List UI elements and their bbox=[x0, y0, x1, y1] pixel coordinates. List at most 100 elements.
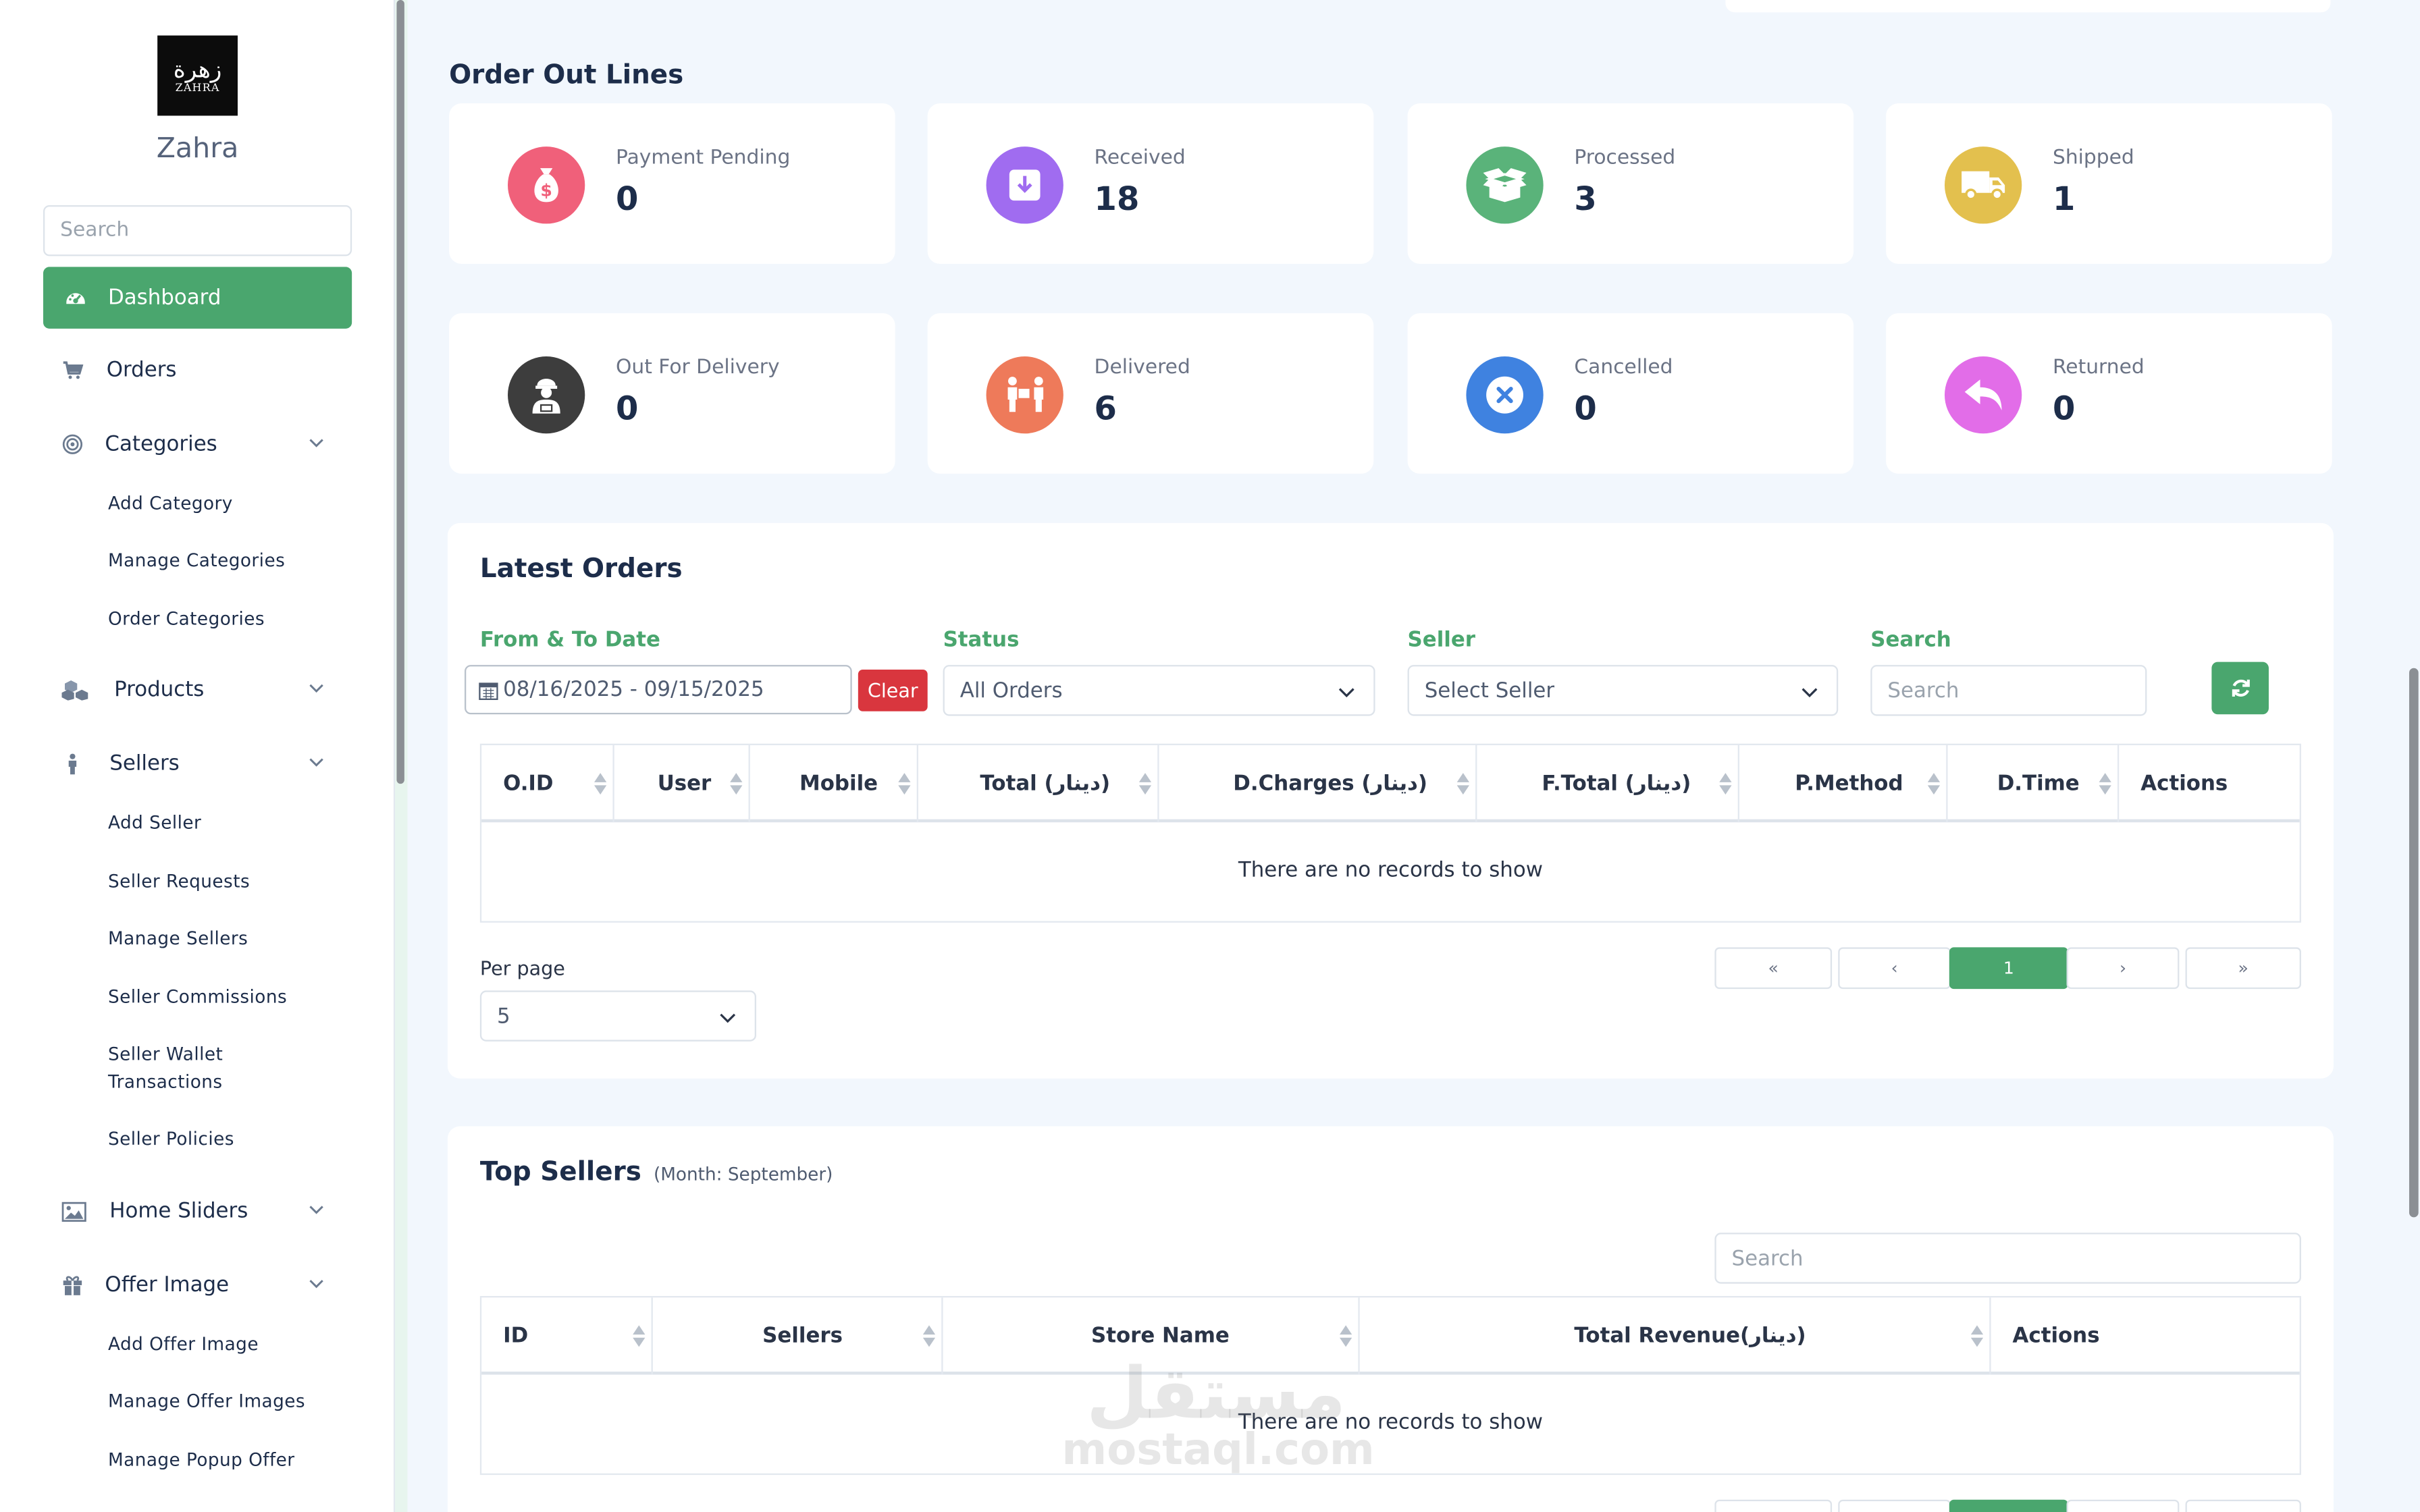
column-header-label: Actions bbox=[2140, 771, 2228, 796]
column-header-total[interactable]: Total (دينار) bbox=[918, 745, 1159, 823]
sellers-search-input[interactable]: Search bbox=[1714, 1233, 2301, 1284]
column-header-label: User bbox=[657, 771, 712, 796]
stat-value: 18 bbox=[1094, 180, 1140, 218]
stat-card-processed[interactable]: Processed 3 bbox=[1407, 103, 1854, 264]
stat-label: Returned bbox=[2052, 356, 2145, 380]
courier-icon bbox=[507, 356, 585, 434]
column-header-mobile[interactable]: Mobile bbox=[750, 745, 918, 823]
seller-select-value: Select Seller bbox=[1424, 678, 1555, 703]
sort-icon bbox=[1138, 773, 1152, 795]
date-range-field[interactable]: 08/16/2025 - 09/15/2025 bbox=[464, 665, 852, 715]
cart-icon bbox=[61, 360, 84, 381]
stat-card-shipped[interactable]: Shipped 1 bbox=[1886, 103, 2332, 264]
column-header-final-total[interactable]: F.Total (دينار) bbox=[1477, 745, 1739, 823]
sellers-pager-first-button[interactable] bbox=[1714, 1499, 1833, 1512]
sidebar-subitem-manage-sellers[interactable]: Manage Sellers bbox=[108, 924, 324, 952]
column-header-delivery-charges[interactable]: D.Charges (دينار) bbox=[1159, 745, 1477, 823]
sidebar-item-products[interactable]: Products bbox=[61, 671, 333, 708]
refresh-icon bbox=[2231, 679, 2249, 697]
money-bag-icon: $ bbox=[507, 146, 585, 224]
sellers-pager-last-button[interactable] bbox=[2185, 1499, 2301, 1512]
column-header-id[interactable]: ID bbox=[481, 1297, 653, 1375]
stat-value: 6 bbox=[1094, 390, 1117, 428]
sidebar-search-input[interactable] bbox=[43, 205, 352, 256]
column-header-label: Total (دينار) bbox=[980, 771, 1111, 796]
stat-card-cancelled[interactable]: Cancelled 0 bbox=[1407, 313, 1854, 474]
sidebar-subitem-manage-offer-images[interactable]: Manage Offer Images bbox=[108, 1387, 324, 1415]
sidebar-subitem-manage-categories[interactable]: Manage Categories bbox=[108, 546, 324, 574]
sidebar-item-dashboard[interactable]: Dashboard bbox=[43, 267, 352, 329]
stat-label: Processed bbox=[1574, 146, 1676, 170]
status-select[interactable]: All Orders bbox=[943, 665, 1375, 716]
sidebar-subitem-order-categories[interactable]: Order Categories bbox=[108, 605, 324, 632]
seller-select[interactable]: Select Seller bbox=[1407, 665, 1839, 716]
sellers-pager-prev-button[interactable] bbox=[1838, 1499, 1951, 1512]
column-header-payment-method[interactable]: P.Method bbox=[1739, 745, 1948, 823]
column-header-user[interactable]: User bbox=[614, 745, 750, 823]
pager-next-button[interactable]: › bbox=[2066, 947, 2180, 990]
sidebar-subitem-seller-wallet-transactions[interactable]: Seller Wallet Transactions bbox=[108, 1040, 263, 1096]
column-header-oid[interactable]: O.ID bbox=[481, 745, 614, 823]
per-page-value: 5 bbox=[496, 1003, 510, 1029]
clear-date-button[interactable]: Clear bbox=[858, 669, 928, 711]
svg-text:$: $ bbox=[540, 180, 552, 200]
stat-value: 0 bbox=[1574, 390, 1597, 428]
chevron-down-icon bbox=[309, 439, 323, 448]
calendar-icon bbox=[479, 680, 499, 700]
stat-card-out-for-delivery[interactable]: Out For Delivery 0 bbox=[449, 313, 895, 474]
column-header-label: F.Total (دينار) bbox=[1542, 771, 1691, 796]
pager-page-1-button[interactable]: 1 bbox=[1949, 947, 2068, 990]
sidebar-item-categories[interactable]: Categories bbox=[61, 426, 333, 463]
chevron-down-icon bbox=[309, 758, 323, 767]
refresh-button[interactable] bbox=[2211, 662, 2269, 715]
brand-logo[interactable]: زهرة ZAHRA bbox=[157, 35, 238, 116]
chevron-down-icon bbox=[309, 1206, 323, 1214]
sidebar-subitem-seller-requests[interactable]: Seller Requests bbox=[108, 867, 324, 895]
page-scrollbar[interactable] bbox=[2408, 0, 2420, 1512]
pager-last-button[interactable]: » bbox=[2185, 947, 2301, 990]
stat-card-returned[interactable]: Returned 0 bbox=[1886, 313, 2332, 474]
sidebar-item-home-sliders[interactable]: Home Sliders bbox=[61, 1193, 333, 1230]
page-scrollbar-thumb[interactable] bbox=[2409, 668, 2419, 1218]
sidebar-item-sellers[interactable]: Sellers bbox=[61, 745, 333, 782]
sort-icon bbox=[922, 1325, 936, 1347]
logo-english-text: ZAHRA bbox=[175, 80, 220, 94]
sidebar-item-orders[interactable]: Orders bbox=[61, 352, 333, 389]
stat-card-delivered[interactable]: Delivered 6 bbox=[927, 313, 1374, 474]
per-page-select[interactable]: 5 bbox=[479, 990, 756, 1042]
stat-card-payment-pending[interactable]: $ Payment Pending 0 bbox=[449, 103, 895, 264]
stat-label: Out For Delivery bbox=[615, 356, 780, 380]
target-icon bbox=[61, 433, 83, 455]
sidebar-item-offer-image[interactable]: Offer Image bbox=[61, 1267, 333, 1304]
column-header-delivery-time[interactable]: D.Time bbox=[1948, 745, 2120, 823]
column-header-label: Store Name bbox=[1090, 1324, 1230, 1349]
sidebar-subitem-add-offer-image[interactable]: Add Offer Image bbox=[108, 1330, 324, 1357]
order-out-lines-title: Order Out Lines bbox=[449, 60, 684, 91]
column-header-sellers[interactable]: Sellers bbox=[653, 1297, 943, 1375]
sort-icon bbox=[1927, 773, 1941, 795]
delivery-person-icon bbox=[986, 356, 1063, 434]
sellers-pager-current-button[interactable] bbox=[1949, 1499, 2068, 1512]
sidebar-subitem-add-seller[interactable]: Add Seller bbox=[108, 809, 324, 836]
watermark-english: mostaql.com bbox=[1061, 1424, 1375, 1476]
pager-first-button[interactable]: « bbox=[1714, 947, 1833, 990]
orders-search-input[interactable]: Search bbox=[1870, 665, 2147, 716]
sidebar-subitem-seller-commissions[interactable]: Seller Commissions bbox=[108, 983, 324, 1010]
top-sellers-title: Top Sellers (Month: September) bbox=[480, 1157, 833, 1188]
stat-value: 0 bbox=[615, 180, 639, 218]
orders-table: O.ID User Mobile Total (دينار) D.Charges… bbox=[479, 743, 2301, 923]
watermark: مستقل mostaql.com bbox=[1061, 1357, 1375, 1476]
column-header-actions: Actions bbox=[1991, 1297, 2301, 1374]
stat-card-received[interactable]: Received 18 bbox=[927, 103, 1374, 264]
sellers-pager-next-button[interactable] bbox=[2066, 1499, 2180, 1512]
logo-arabic-text: زهرة bbox=[173, 55, 222, 83]
pager-prev-button[interactable]: ‹ bbox=[1838, 947, 1951, 990]
column-header-total-revenue[interactable]: Total Revenue(دينار) bbox=[1360, 1297, 1991, 1375]
sidebar-subitem-add-category[interactable]: Add Category bbox=[108, 489, 324, 517]
sidebar-item-label: Products bbox=[114, 677, 205, 702]
sidebar-subitem-seller-policies[interactable]: Seller Policies bbox=[108, 1125, 324, 1152]
date-range-value: 08/16/2025 - 09/15/2025 bbox=[503, 677, 764, 702]
sidebar-scrollbar-thumb[interactable] bbox=[396, 0, 404, 784]
sidebar-scrollbar[interactable] bbox=[395, 0, 408, 1512]
sidebar-subitem-manage-popup-offer[interactable]: Manage Popup Offer bbox=[108, 1446, 324, 1474]
